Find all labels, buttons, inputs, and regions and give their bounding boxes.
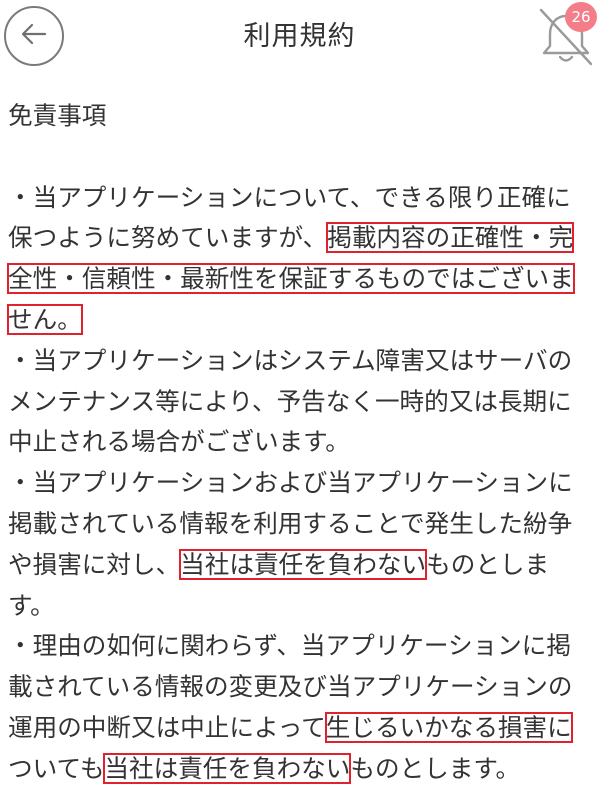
text-segment: ものとします。	[350, 753, 521, 783]
terms-content: 免責事項 ・当アプリケーションについて、できる限り正確に 保つように努めていますが…	[7, 96, 598, 790]
highlighted-text: 当社は責任を負わない	[103, 752, 352, 784]
text-line: メンテナンス等により、予告なく一時的又は長期に	[8, 382, 598, 423]
text-segment: 運用の中断又は中止によって	[8, 712, 326, 742]
text-segment: 掲載されている情報を利用することで発生した紛争	[8, 508, 573, 538]
text-line: 載されている情報の変更及び当アプリケーションの	[8, 667, 598, 708]
text-segment: ・理由の如何に関わらず、当アプリケーションに掲	[8, 631, 571, 661]
text-segment: ものとしま	[426, 549, 550, 579]
highlighted-text: せん。	[7, 303, 83, 335]
text-segment: ・当アプリケーションについて、できる限り正確に	[8, 182, 571, 212]
text-segment: ・当アプリケーションはシステム障害又はサーバの	[8, 345, 573, 375]
text-segment: ついても	[8, 753, 105, 783]
section-heading: 免責事項	[8, 101, 107, 130]
highlighted-text: 生じるいかなる損害に	[324, 711, 573, 743]
text-line: や損害に対し、当社は責任を負わないものとしま	[8, 545, 598, 586]
page-title: 利用規約	[243, 21, 356, 52]
app-header: 利用規約 26	[0, 0, 599, 76]
text-segment: 保つように努めていますが、	[8, 223, 328, 253]
notification-bell-button[interactable]: 26	[535, 2, 597, 68]
text-line: せん。	[7, 300, 598, 341]
text-segment: す。	[8, 590, 55, 620]
terms-body: ・当アプリケーションについて、できる限り正確に 保つように努めていますが、掲載内容…	[7, 178, 598, 790]
text-line: ・理由の如何に関わらず、当アプリケーションに掲	[8, 626, 598, 667]
text-line: 掲載されている情報を利用することで発生した紛争	[8, 504, 598, 545]
notification-badge: 26	[565, 2, 597, 32]
bell-off-icon	[535, 8, 597, 72]
text-segment: ・当アプリケーションおよび当アプリケーションに	[8, 468, 573, 498]
text-line: ついても当社は責任を負わないものとします。	[8, 749, 598, 790]
text-line: ・当アプリケーションおよび当アプリケーションに	[8, 463, 598, 504]
text-line: 中止される場合がございます。	[8, 422, 598, 463]
text-segment: や損害に対し、	[8, 549, 181, 579]
text-segment: 載されている情報の変更及び当アプリケーションの	[8, 672, 573, 702]
text-line: す。	[8, 586, 598, 627]
text-line: 保つように努めていますが、掲載内容の正確性・完	[8, 218, 598, 259]
highlighted-text: 全性・信頼性・最新性を保証するものではございま	[7, 263, 575, 295]
text-line: 運用の中断又は中止によって生じるいかなる損害に	[8, 708, 598, 749]
text-segment: メンテナンス等により、予告なく一時的又は長期に	[8, 386, 572, 416]
text-line: 全性・信頼性・最新性を保証するものではございま	[7, 259, 598, 300]
text-line: ・当アプリケーションについて、できる限り正確に	[8, 178, 598, 219]
text-line: ・当アプリケーションはシステム障害又はサーバの	[8, 341, 598, 382]
highlighted-text: 当社は責任を負わない	[179, 548, 428, 580]
text-segment: 中止される場合がございます。	[8, 427, 350, 457]
highlighted-text: 掲載内容の正確性・完	[326, 222, 575, 254]
